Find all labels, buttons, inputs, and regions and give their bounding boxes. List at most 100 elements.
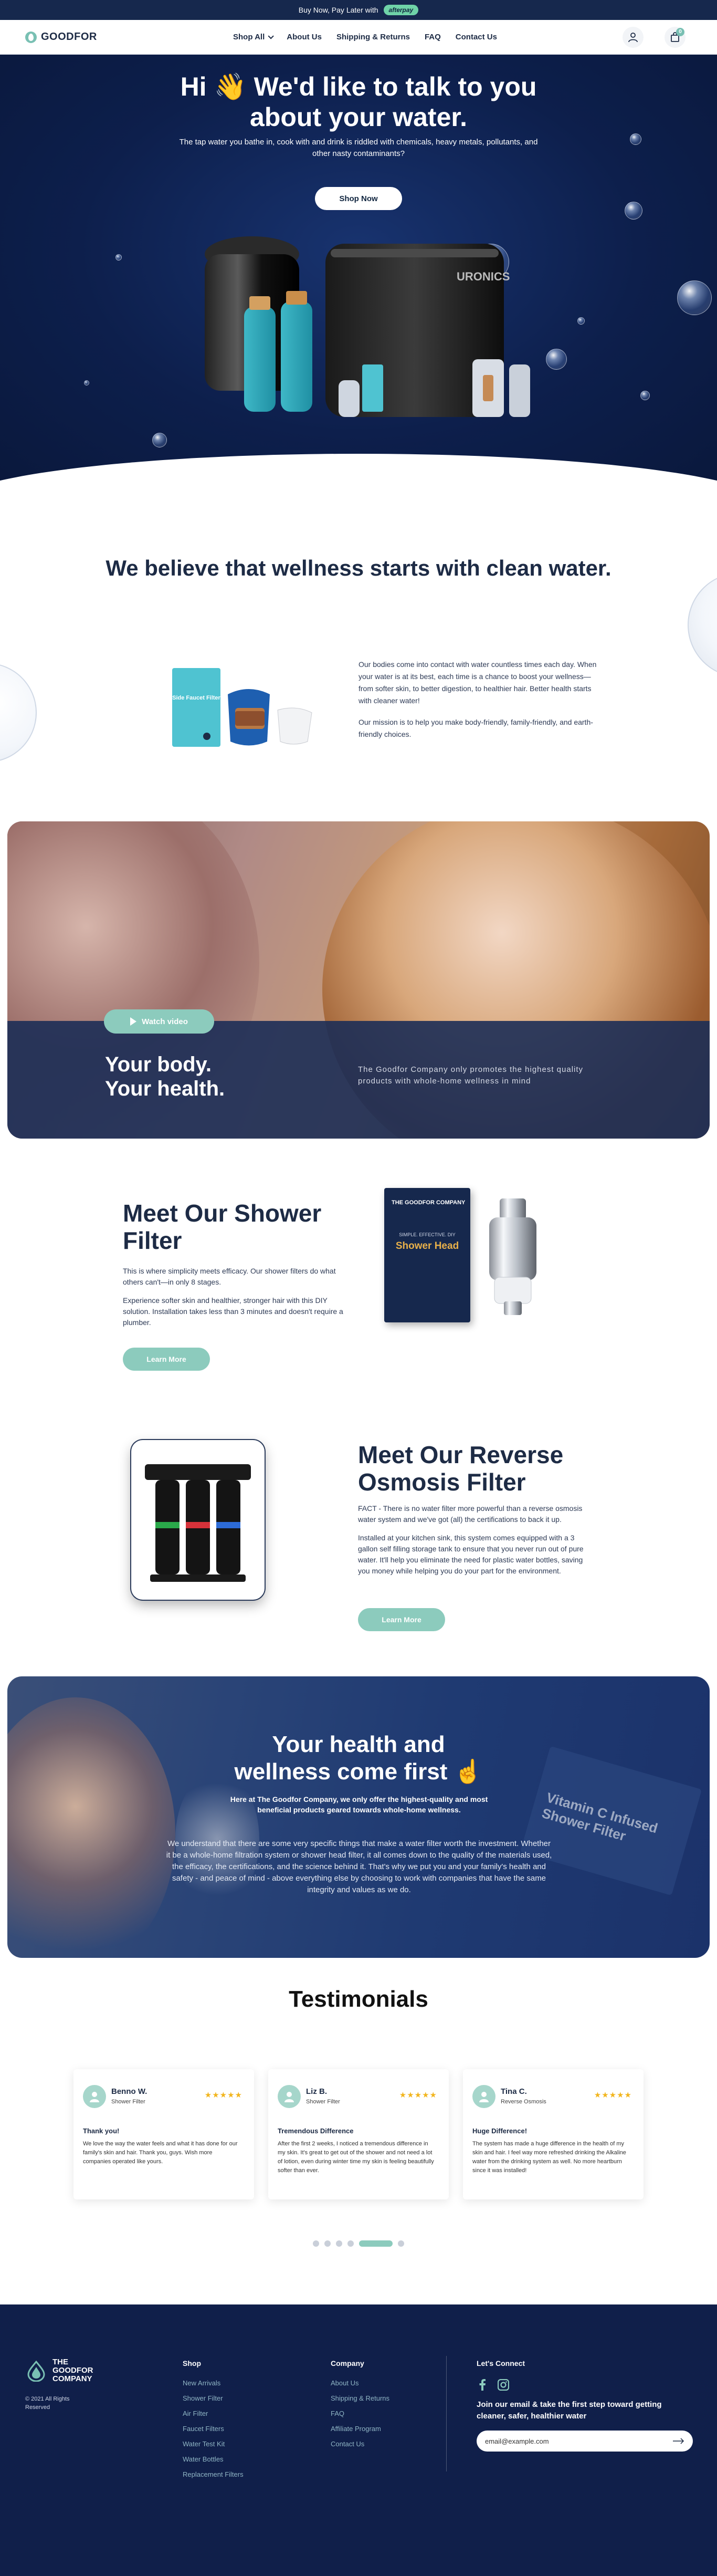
- box-label: Side Faucet Filter: [172, 695, 220, 701]
- health-body: We understand that there are some very s…: [166, 1839, 552, 1894]
- email-signup-field[interactable]: email@example.com: [477, 2431, 693, 2452]
- arrow-right-icon[interactable]: [673, 2438, 684, 2444]
- reviewer-name: Liz B.: [306, 2087, 327, 2096]
- ro-filter-title: Meet Our Reverse Osmosis Filter: [358, 1441, 564, 1496]
- review-text: We love the way the water feels and what…: [83, 2141, 238, 2165]
- bubble-decoration: [152, 433, 167, 447]
- ro-paragraph: Installed at your kitchen sink, this sys…: [358, 1534, 584, 1575]
- avatar: [83, 2085, 106, 2108]
- footer-shop-column: Shop New Arrivals Shower Filter Air Filt…: [183, 2359, 244, 2486]
- bubble-decoration: [688, 572, 717, 677]
- product-brand-label: URONICS: [457, 270, 510, 283]
- footer-brand-text: THE GOODFOR COMPANY: [52, 2358, 93, 2383]
- wellness-products-image: Side Faucet Filter: [172, 668, 312, 747]
- avatar: [278, 2085, 301, 2108]
- afterpay-badge[interactable]: afterpay: [383, 5, 419, 15]
- hero-section: Hi 👋 We'd like to talk to you about your …: [0, 55, 717, 485]
- footer-column-title: Company: [331, 2359, 364, 2368]
- reviewer-name: Benno W.: [111, 2087, 147, 2096]
- footer-link-about-us[interactable]: About Us: [331, 2379, 389, 2387]
- shower-learn-more-button[interactable]: Learn More: [123, 1348, 210, 1371]
- review-text: After the first 2 weeks, I noticed a tre…: [278, 2141, 434, 2174]
- carousel-dot[interactable]: [398, 2240, 404, 2247]
- video-tagline: The Goodfor Company only promotes the hi…: [358, 1065, 584, 1086]
- ro-system-image: [131, 1440, 265, 1600]
- page: Buy Now, Pay Later with afterpay GOODFOR…: [0, 0, 717, 2576]
- watch-video-button[interactable]: Watch video: [104, 1009, 214, 1034]
- carousel-dot[interactable]: [313, 2240, 319, 2247]
- hero-text: The tap water you bathe in, cook with an…: [179, 138, 538, 158]
- footer-logo[interactable]: THE GOODFOR COMPANY: [25, 2358, 100, 2383]
- video-banner[interactable]: Watch video Your body. Your health. The G…: [7, 821, 710, 1139]
- carousel-dot[interactable]: [324, 2240, 331, 2247]
- carousel-dot-active[interactable]: [359, 2240, 393, 2247]
- footer-link-shower-filter[interactable]: Shower Filter: [183, 2394, 244, 2402]
- main-nav: Shop All About Us Shipping & Returns FAQ…: [233, 33, 497, 41]
- carousel-dot[interactable]: [347, 2240, 354, 2247]
- play-icon: [130, 1017, 137, 1026]
- reviewed-product: Shower Filter: [111, 2099, 145, 2105]
- health-title: Your health and wellness come first ☝️: [234, 1732, 483, 1785]
- footer-link-affiliate-program[interactable]: Affiliate Program: [331, 2425, 389, 2433]
- bubble-decoration: [546, 349, 567, 370]
- hero-products-image: URONICS: [205, 236, 530, 417]
- carousel-dot[interactable]: [336, 2240, 342, 2247]
- footer-connect: Let's Connect Join our email & take the …: [477, 2359, 697, 2452]
- footer-link-faq[interactable]: FAQ: [331, 2410, 389, 2417]
- footer-link-replacement-filters[interactable]: Replacement Filters: [183, 2470, 244, 2478]
- nav-about-us[interactable]: About Us: [287, 33, 322, 41]
- ro-filter-text: FACT - There is no water filter more pow…: [358, 1503, 594, 1577]
- ro-learn-more-button[interactable]: Learn More: [358, 1608, 445, 1631]
- review-headline: Huge Difference!: [472, 2127, 528, 2135]
- logo[interactable]: GOODFOR: [25, 31, 97, 43]
- bubble-decoration: [677, 280, 712, 315]
- logo-text: GOODFOR: [41, 31, 97, 43]
- testimonial-card: Tina C. Reverse Osmosis ★★★★★ Huge Diffe…: [463, 2069, 644, 2199]
- testimonial-card: Benno W. Shower Filter ★★★★★ Thank you! …: [73, 2069, 254, 2199]
- footer-link-water-bottles[interactable]: Water Bottles: [183, 2455, 244, 2463]
- wellness-paragraph: Our bodies come into contact with water …: [358, 660, 597, 705]
- footer-company-column: Company About Us Shipping & Returns FAQ …: [331, 2359, 389, 2455]
- footer-link-faucet-filters[interactable]: Faucet Filters: [183, 2425, 244, 2433]
- shower-paragraph: This is where simplicity meets efficacy.…: [123, 1267, 336, 1286]
- footer-link-air-filter[interactable]: Air Filter: [183, 2410, 244, 2417]
- instagram-icon[interactable]: [498, 2379, 509, 2391]
- ro-paragraph: FACT - There is no water filter more pow…: [358, 1504, 583, 1524]
- watch-video-label: Watch video: [142, 1017, 188, 1026]
- health-subtitle: Here at The Goodfor Company, we only off…: [230, 1795, 488, 1814]
- cart-icon[interactable]: 0: [665, 26, 686, 48]
- shop-now-button[interactable]: Shop Now: [315, 187, 402, 210]
- review-text: The system has made a huge difference in…: [472, 2141, 626, 2174]
- account-icon[interactable]: [623, 26, 644, 48]
- footer-divider: [446, 2356, 447, 2471]
- review-headline: Thank you!: [83, 2127, 120, 2135]
- footer-link-contact-us[interactable]: Contact Us: [331, 2440, 389, 2448]
- health-banner: Vitamin C Infused Shower Filter Your hea…: [7, 1676, 710, 1958]
- nav-shop-all[interactable]: Shop All: [233, 33, 275, 41]
- bubble-decoration: [630, 133, 641, 145]
- footer-link-new-arrivals[interactable]: New Arrivals: [183, 2379, 244, 2387]
- testimonials-title: Testimonials: [289, 1986, 428, 2012]
- wellness-title: We believe that wellness starts with cle…: [106, 556, 611, 580]
- shower-filter-box-image: THE GOODFOR COMPANY SIMPLE. EFFECTIVE. D…: [384, 1188, 470, 1322]
- chrome-filter-image: [489, 1198, 536, 1315]
- bubble-decoration: [0, 663, 37, 763]
- site-header: GOODFOR Shop All About Us Shipping & Ret…: [0, 20, 717, 55]
- shower-paragraph: Experience softer skin and healthier, st…: [123, 1296, 343, 1327]
- bubble-decoration: [84, 380, 89, 385]
- nav-faq[interactable]: FAQ: [425, 33, 441, 41]
- testimonial-card: Liz B. Shower Filter ★★★★★ Tremendous Di…: [268, 2069, 449, 2199]
- nav-contact-us[interactable]: Contact Us: [456, 33, 497, 41]
- footer-link-shipping-returns[interactable]: Shipping & Returns: [331, 2394, 389, 2402]
- newsletter-text: Join our email & take the first step tow…: [477, 2400, 662, 2421]
- bubble-decoration: [640, 391, 650, 400]
- footer-link-water-test-kit[interactable]: Water Test Kit: [183, 2440, 244, 2448]
- facebook-icon[interactable]: [477, 2379, 488, 2391]
- nav-shipping-returns[interactable]: Shipping & Returns: [336, 33, 410, 41]
- bubble-decoration: [625, 202, 642, 220]
- bubble-decoration: [115, 254, 122, 260]
- site-footer: THE GOODFOR COMPANY © 2021 All Rights Re…: [0, 2304, 717, 2576]
- copyright: © 2021 All Rights Reserved: [25, 2396, 70, 2411]
- reviewed-product: Reverse Osmosis: [501, 2099, 546, 2105]
- bubble-decoration: [577, 317, 585, 325]
